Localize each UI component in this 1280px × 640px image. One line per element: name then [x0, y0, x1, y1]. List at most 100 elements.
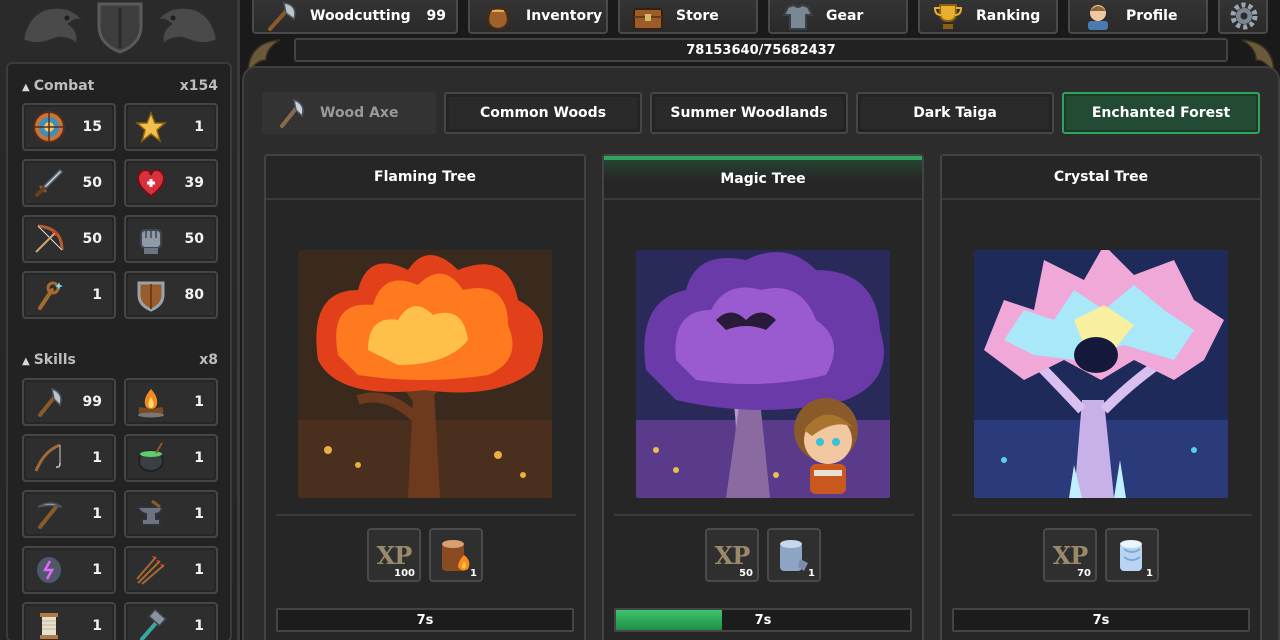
nav-woodcutting[interactable]: Woodcutting 99: [252, 0, 458, 34]
wand-icon: [38, 281, 63, 310]
gear-icon: [1230, 2, 1258, 30]
skill-slot[interactable]: 1: [22, 434, 116, 482]
flaming-tree-illustration: [298, 250, 552, 498]
item-quantity: 1: [1146, 568, 1153, 579]
sidebar: ▲ Combat x154 15 1 50 39 50 50 1 80 ▲ Sk…: [0, 0, 240, 640]
skill-slot[interactable]: 1: [124, 490, 218, 538]
tree-card-magic[interactable]: Magic Tree XP 50 1 7s: [602, 154, 924, 640]
stat-value: 1: [194, 119, 204, 135]
stat-slot[interactable]: 80: [124, 271, 218, 319]
harvest-time: 7s: [1092, 612, 1110, 628]
tab-enchanted-forest[interactable]: Enchanted Forest: [1062, 92, 1260, 134]
xp-amount: 70: [1077, 568, 1091, 579]
xp-amount: 100: [394, 568, 415, 579]
skill-level: 99: [426, 8, 446, 24]
stat-slot[interactable]: 1: [124, 103, 218, 151]
tab-common-woods[interactable]: Common Woods: [444, 92, 642, 134]
stat-slot[interactable]: 50: [124, 215, 218, 263]
thread-spool-icon: [40, 613, 58, 639]
dragon-ornament-left-icon: [21, 6, 86, 46]
stat-slot[interactable]: 50: [22, 215, 116, 263]
skill-slot[interactable]: 1: [22, 546, 116, 594]
anvil-icon: [136, 499, 164, 526]
skill-slot[interactable]: 1: [22, 490, 116, 538]
skill-value: 1: [92, 506, 102, 522]
tab-summer-woodlands[interactable]: Summer Woodlands: [650, 92, 848, 134]
nav-label: Inventory: [526, 8, 603, 24]
nav-label: Woodcutting: [310, 8, 411, 24]
xp-amount: 50: [739, 568, 753, 579]
card-divider: [276, 514, 576, 516]
bow-icon: [35, 224, 64, 253]
stat-slot[interactable]: 39: [124, 159, 218, 207]
skill-slot[interactable]: 1: [22, 602, 116, 640]
nav-inventory[interactable]: Inventory: [468, 0, 608, 34]
xp-reward: XP 70: [1043, 528, 1097, 582]
nav-label: Profile: [1126, 8, 1178, 24]
skill-slot[interactable]: 1: [124, 546, 218, 594]
axe-icon: [268, 2, 296, 31]
collapse-triangle-icon: ▲: [22, 82, 30, 93]
trophy-icon: [933, 4, 963, 29]
tree-card-crystal[interactable]: Crystal Tree XP 70 1 7s: [940, 154, 1262, 640]
skills-title-wrap: ▲ Skills: [22, 352, 76, 368]
experience-bar: 78153640/75682437: [294, 38, 1228, 62]
skill-value: 1: [92, 450, 102, 466]
harvest-time: 7s: [754, 612, 772, 628]
skill-slot[interactable]: 1: [124, 434, 218, 482]
experience-text: 78153640/75682437: [686, 42, 836, 58]
skill-value: 1: [194, 450, 204, 466]
nav-store[interactable]: Store: [618, 0, 758, 34]
stat-value: 1: [92, 287, 102, 303]
harvest-progress: 7s: [276, 608, 574, 632]
tab-dark-taiga[interactable]: Dark Taiga: [856, 92, 1054, 134]
top-navigation: Woodcutting 99 Inventory Store Gear Rank…: [242, 0, 1280, 36]
harvest-time: 7s: [416, 612, 434, 628]
stat-slot[interactable]: 15: [22, 103, 116, 151]
shield-crest-icon: [97, 2, 143, 54]
card-divider: [952, 514, 1252, 516]
stat-slot[interactable]: 1: [22, 271, 116, 319]
magic-tree-image: [636, 250, 890, 498]
heart-icon: [136, 168, 166, 198]
chest-icon: [633, 8, 663, 30]
combat-title: Combat: [33, 78, 95, 94]
arrows-icon: [136, 556, 165, 585]
stat-value: 39: [184, 175, 204, 191]
skill-slot[interactable]: 99: [22, 378, 116, 426]
skills-grid: 99 1 1 1 1 1 1 1 1 1: [22, 378, 222, 640]
skill-value: 1: [194, 394, 204, 410]
harvest-progress: 7s: [614, 608, 912, 632]
nav-label: Gear: [826, 8, 864, 24]
fist-icon: [140, 229, 162, 254]
tree-title: Magic Tree: [604, 156, 922, 200]
skill-value: 1: [92, 618, 102, 634]
stat-slot[interactable]: 50: [22, 159, 116, 207]
xp-reward: XP 50: [705, 528, 759, 582]
bag-icon: [487, 7, 509, 31]
skill-slot[interactable]: 1: [124, 378, 218, 426]
crystal-tree-illustration: [974, 250, 1228, 498]
settings-button[interactable]: [1218, 0, 1268, 34]
nav-ranking[interactable]: Ranking: [918, 0, 1058, 34]
xp-reward: XP 100: [367, 528, 421, 582]
skill-value: 1: [194, 562, 204, 578]
skills-count: x8: [199, 352, 218, 368]
nav-profile[interactable]: Profile: [1068, 0, 1208, 34]
tree-title: Flaming Tree: [266, 156, 584, 200]
nav-gear[interactable]: Gear: [768, 0, 908, 34]
reward-list: XP 50 1: [604, 528, 922, 582]
skill-value: 99: [82, 394, 102, 410]
skill-slot[interactable]: 1: [124, 602, 218, 640]
star-icon: [135, 110, 167, 143]
tree-title: Crystal Tree: [942, 156, 1260, 200]
skills-title: Skills: [33, 352, 76, 368]
tree-card-flaming[interactable]: Flaming Tree XP 100 1 7s: [264, 154, 586, 640]
item-quantity: 1: [470, 568, 477, 579]
combat-section-header[interactable]: ▲ Combat x154: [22, 76, 218, 96]
tab-label: Enchanted Forest: [1091, 105, 1231, 121]
tab-label: Dark Taiga: [913, 105, 997, 121]
crystal-tree-image: [974, 250, 1228, 498]
skills-section-header[interactable]: ▲ Skills x8: [22, 350, 218, 370]
card-divider: [614, 514, 914, 516]
